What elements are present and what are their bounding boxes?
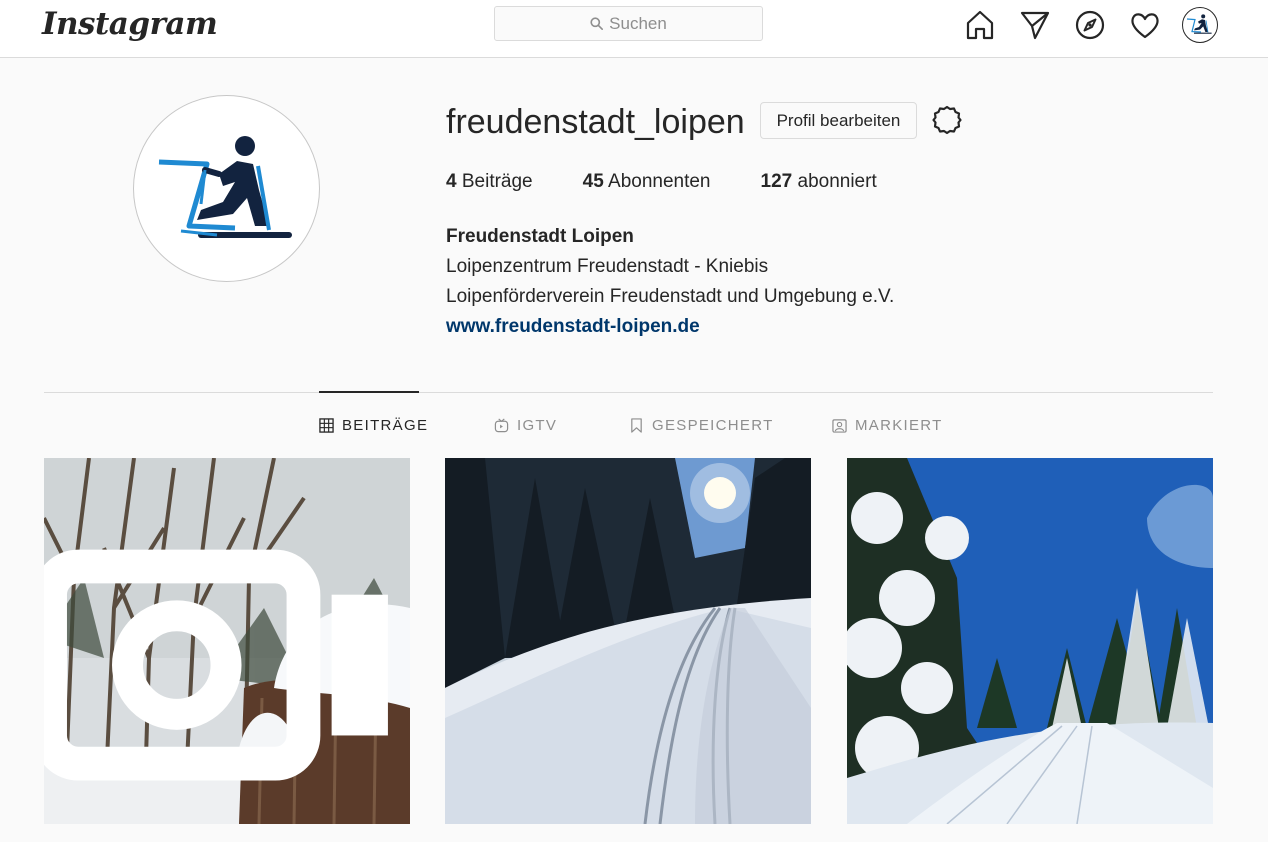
post-thumbnail-3[interactable] [847, 458, 1213, 824]
tagged-icon [832, 419, 847, 433]
stat-posts-count: 4 [446, 171, 457, 192]
profile-stats: 4 Beiträge 45 Abonnenten 127 abonniert [446, 171, 927, 193]
post-thumbnail-2[interactable] [445, 458, 811, 824]
grid-icon [319, 418, 334, 433]
tab-igtv-label: IGTV [517, 417, 558, 434]
search-placeholder: Suchen [609, 13, 667, 33]
profile-picture[interactable] [133, 95, 320, 282]
instagram-logo[interactable]: Instagram [42, 6, 218, 42]
igtv-icon [494, 418, 509, 433]
profile-bio: Freudenstadt Loipen Loipenzentrum Freude… [446, 222, 894, 342]
active-tab-indicator [319, 391, 419, 393]
stat-following-label: abonniert [797, 171, 877, 192]
stat-followers[interactable]: 45 Abonnenten [583, 171, 711, 193]
heart-icon[interactable] [1127, 7, 1163, 43]
stat-posts: 4 Beiträge [446, 171, 533, 193]
bio-full-name: Freudenstadt Loipen [446, 226, 634, 247]
nav-icons [962, 7, 1218, 43]
stat-followers-label: Abonnenten [608, 171, 711, 192]
home-icon[interactable] [962, 7, 998, 43]
post-thumbnail-1[interactable] [44, 458, 410, 824]
profile-username: freudenstadt_loipen [446, 103, 745, 141]
search-input[interactable]: Suchen [494, 6, 763, 41]
direct-message-icon[interactable] [1017, 7, 1053, 43]
tab-posts-label: BEITRÄGE [342, 417, 429, 434]
tab-saved-label: GESPEICHERT [652, 417, 774, 434]
post-image-ski-trail-forest [445, 458, 811, 824]
tabs-divider [44, 392, 1213, 393]
settings-gear-icon[interactable] [931, 104, 963, 136]
stat-following-count: 127 [760, 171, 793, 192]
explore-icon[interactable] [1072, 7, 1108, 43]
profile-avatar-icon[interactable] [1182, 7, 1218, 43]
bio-website-link[interactable]: www.freudenstadt-loipen.de [446, 312, 894, 342]
post-image-snowy-forest-road [847, 458, 1213, 824]
stat-followers-count: 45 [582, 171, 604, 192]
bio-line-2: Loipenförderverein Freudenstadt und Umge… [446, 286, 895, 307]
stat-posts-label: Beiträge [461, 171, 533, 192]
tab-tagged-label: MARKIERT [855, 417, 943, 434]
tab-igtv[interactable]: IGTV [494, 417, 557, 434]
cross-country-skier-logo-icon [158, 135, 292, 238]
stat-following[interactable]: 127 abonniert [761, 171, 877, 193]
tab-saved[interactable]: GESPEICHERT [629, 417, 774, 434]
igtv-icon [44, 549, 388, 781]
search-icon [590, 17, 604, 30]
bio-line-1: Loipenzentrum Freudenstadt - Kniebis [446, 256, 769, 277]
top-nav: Instagram Suchen [0, 0, 1268, 58]
tab-tagged[interactable]: MARKIERT [832, 417, 943, 434]
edit-profile-button[interactable]: Profil bearbeiten [760, 102, 917, 139]
bookmark-icon [631, 418, 642, 433]
tab-posts[interactable]: BEITRÄGE [319, 417, 428, 434]
